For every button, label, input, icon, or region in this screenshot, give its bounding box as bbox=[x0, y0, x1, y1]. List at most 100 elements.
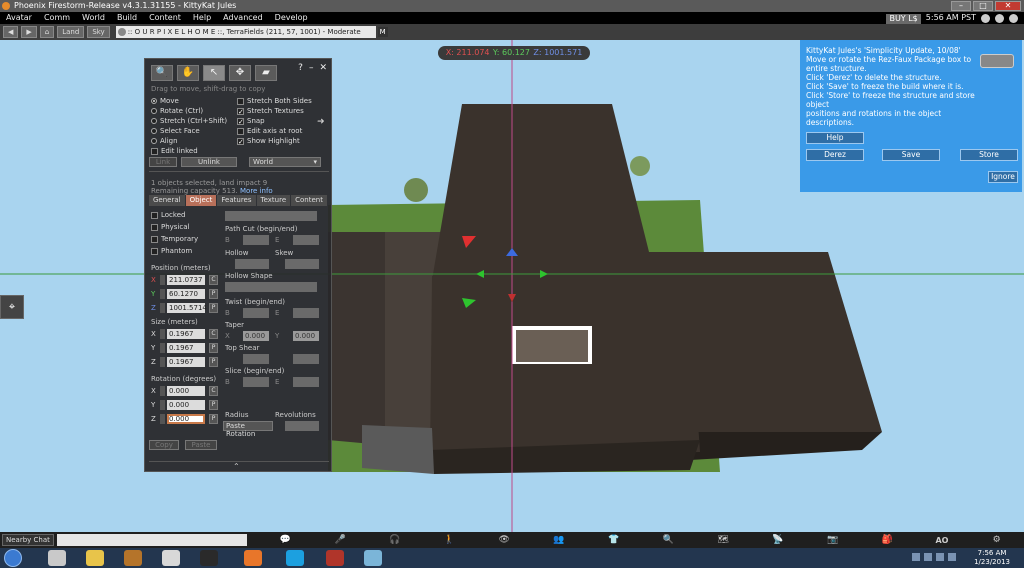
stepper-icon[interactable] bbox=[160, 400, 165, 410]
position-x-input[interactable]: 211.0737 bbox=[167, 275, 205, 285]
physical-checkbox[interactable]: Physical bbox=[151, 223, 189, 231]
expand-chevron-icon[interactable]: ⌃ bbox=[233, 462, 240, 471]
voice-icon[interactable]: 🎧 bbox=[367, 535, 422, 545]
radio-icon[interactable] bbox=[151, 108, 157, 114]
mode-rotate[interactable]: Rotate (Ctrl) bbox=[151, 107, 203, 115]
checkbox-icon[interactable] bbox=[151, 247, 158, 255]
copy-size-button[interactable]: C bbox=[209, 329, 218, 339]
paste-position-button[interactable]: P bbox=[209, 289, 218, 299]
minimize-button[interactable]: – bbox=[951, 1, 971, 11]
forward-button[interactable]: ▶ bbox=[21, 26, 37, 38]
tray-icon[interactable] bbox=[912, 553, 920, 561]
show-highlight-checkbox[interactable]: ✓ Show Highlight bbox=[237, 137, 300, 145]
top-shear-y-input[interactable] bbox=[293, 354, 319, 364]
hollow-shape-dropdown[interactable] bbox=[225, 282, 317, 292]
menu-world[interactable]: World bbox=[76, 12, 111, 24]
checkbox-icon[interactable] bbox=[151, 147, 158, 155]
maximize-button[interactable]: □ bbox=[973, 1, 993, 11]
edit-tool-icon[interactable]: ↖ bbox=[203, 65, 225, 81]
radio-icon[interactable] bbox=[151, 138, 157, 144]
size-z-input[interactable]: 0.1967 bbox=[167, 357, 205, 367]
tab-object[interactable]: Object bbox=[185, 195, 217, 206]
size-x-input[interactable]: 0.1967 bbox=[167, 329, 205, 339]
menu-help[interactable]: Help bbox=[187, 12, 217, 24]
notifications-icon[interactable] bbox=[981, 13, 990, 23]
top-shear-x-input[interactable] bbox=[243, 354, 269, 364]
grid-options-arrow-icon[interactable]: ➜ bbox=[317, 117, 325, 127]
stepper-icon[interactable] bbox=[160, 303, 165, 313]
stepper-icon[interactable] bbox=[160, 329, 165, 339]
second-life-icon[interactable] bbox=[200, 550, 218, 566]
edit-axis-root-checkbox[interactable]: Edit axis at root bbox=[237, 127, 302, 135]
create-tool-icon[interactable]: ✥ bbox=[229, 65, 251, 81]
checkmark-icon[interactable]: ✓ bbox=[237, 117, 244, 125]
stepper-icon[interactable] bbox=[160, 386, 165, 396]
skew-input[interactable] bbox=[285, 259, 319, 269]
locked-checkbox[interactable]: Locked bbox=[151, 211, 185, 219]
ao-button[interactable]: AO bbox=[915, 536, 970, 545]
firefox-icon[interactable] bbox=[244, 550, 262, 566]
checkbox-icon[interactable] bbox=[151, 223, 158, 231]
copy-params-button[interactable]: Copy bbox=[149, 440, 179, 450]
map-pin-icon[interactable]: ⌖ bbox=[0, 295, 24, 319]
menu-content[interactable]: Content bbox=[143, 12, 187, 24]
path-cut-end-input[interactable] bbox=[293, 235, 319, 245]
save-button[interactable]: Save bbox=[882, 149, 940, 161]
firestorm-icon[interactable] bbox=[326, 550, 344, 566]
radio-icon[interactable] bbox=[151, 98, 157, 104]
checkmark-icon[interactable]: ✓ bbox=[237, 137, 244, 145]
position-z-input[interactable]: 1001.5714 bbox=[167, 303, 207, 313]
temporary-checkbox[interactable]: Temporary bbox=[151, 235, 198, 243]
tab-texture[interactable]: Texture bbox=[256, 195, 291, 206]
volume-icon[interactable] bbox=[1009, 13, 1018, 23]
radar-icon[interactable]: 📡 bbox=[750, 535, 805, 545]
paste-size-button[interactable]: P bbox=[209, 343, 218, 353]
paste-size-button[interactable]: P bbox=[209, 357, 218, 367]
walk-icon[interactable]: 🚶 bbox=[422, 535, 477, 545]
tray-icon[interactable] bbox=[948, 553, 956, 561]
paint-icon[interactable] bbox=[364, 550, 382, 566]
menu-comm[interactable]: Comm bbox=[38, 12, 76, 24]
link-button[interactable]: Link bbox=[149, 157, 177, 167]
stepper-icon[interactable] bbox=[160, 414, 165, 424]
snap-checkbox[interactable]: ✓ Snap bbox=[237, 117, 265, 125]
focus-tool-icon[interactable]: 🔍 bbox=[151, 65, 173, 81]
revolutions-input[interactable] bbox=[285, 421, 319, 431]
media-icon[interactable] bbox=[995, 13, 1004, 23]
path-cut-begin-input[interactable] bbox=[243, 235, 269, 245]
unlink-button[interactable]: Unlink bbox=[181, 157, 237, 167]
minimize-icon[interactable]: – bbox=[309, 63, 314, 73]
comcast-icon[interactable] bbox=[162, 550, 180, 566]
menu-build[interactable]: Build bbox=[111, 12, 143, 24]
snapshot-icon[interactable]: 📷 bbox=[805, 535, 860, 545]
folder-icon[interactable] bbox=[86, 550, 104, 566]
rotation-z-input[interactable]: 0.000 bbox=[167, 414, 205, 424]
menu-avatar[interactable]: Avatar bbox=[0, 12, 38, 24]
skype-icon[interactable] bbox=[286, 550, 304, 566]
phantom-checkbox[interactable]: Phantom bbox=[151, 247, 192, 255]
location-input[interactable]: :: O U R P I X E L H O M E ::, TerraFiel… bbox=[115, 26, 388, 38]
paste-position-button[interactable]: P bbox=[209, 303, 218, 313]
paste-params-button[interactable]: Paste bbox=[185, 440, 217, 450]
tray-icon[interactable] bbox=[924, 553, 932, 561]
edit-linked-checkbox[interactable]: Edit linked bbox=[151, 147, 198, 155]
mode-align[interactable]: Align bbox=[151, 137, 178, 145]
checkbox-icon[interactable] bbox=[151, 235, 158, 243]
hollow-input[interactable] bbox=[235, 259, 269, 269]
radio-icon[interactable] bbox=[151, 128, 157, 134]
speak-icon[interactable]: 🎤 bbox=[313, 535, 368, 545]
paste-rotation-button[interactable]: Paste Rotation bbox=[223, 421, 273, 438]
menu-develop[interactable]: Develop bbox=[269, 12, 314, 24]
settings-icon[interactable]: ⚙ bbox=[969, 535, 1024, 545]
notepad-icon[interactable] bbox=[48, 550, 66, 566]
tab-features[interactable]: Features bbox=[217, 195, 256, 206]
help-button[interactable]: Help bbox=[806, 132, 864, 144]
size-y-input[interactable]: 0.1967 bbox=[167, 343, 205, 353]
menu-advanced[interactable]: Advanced bbox=[217, 12, 269, 24]
map-icon[interactable]: 🗺 bbox=[696, 535, 751, 545]
warcraft-icon[interactable] bbox=[124, 550, 142, 566]
checkbox-icon[interactable] bbox=[237, 97, 244, 105]
close-window-button[interactable]: ✕ bbox=[995, 1, 1021, 11]
nearby-chat-button[interactable]: Nearby Chat bbox=[2, 534, 54, 546]
taper-y-input[interactable]: 0.000 bbox=[293, 331, 319, 341]
